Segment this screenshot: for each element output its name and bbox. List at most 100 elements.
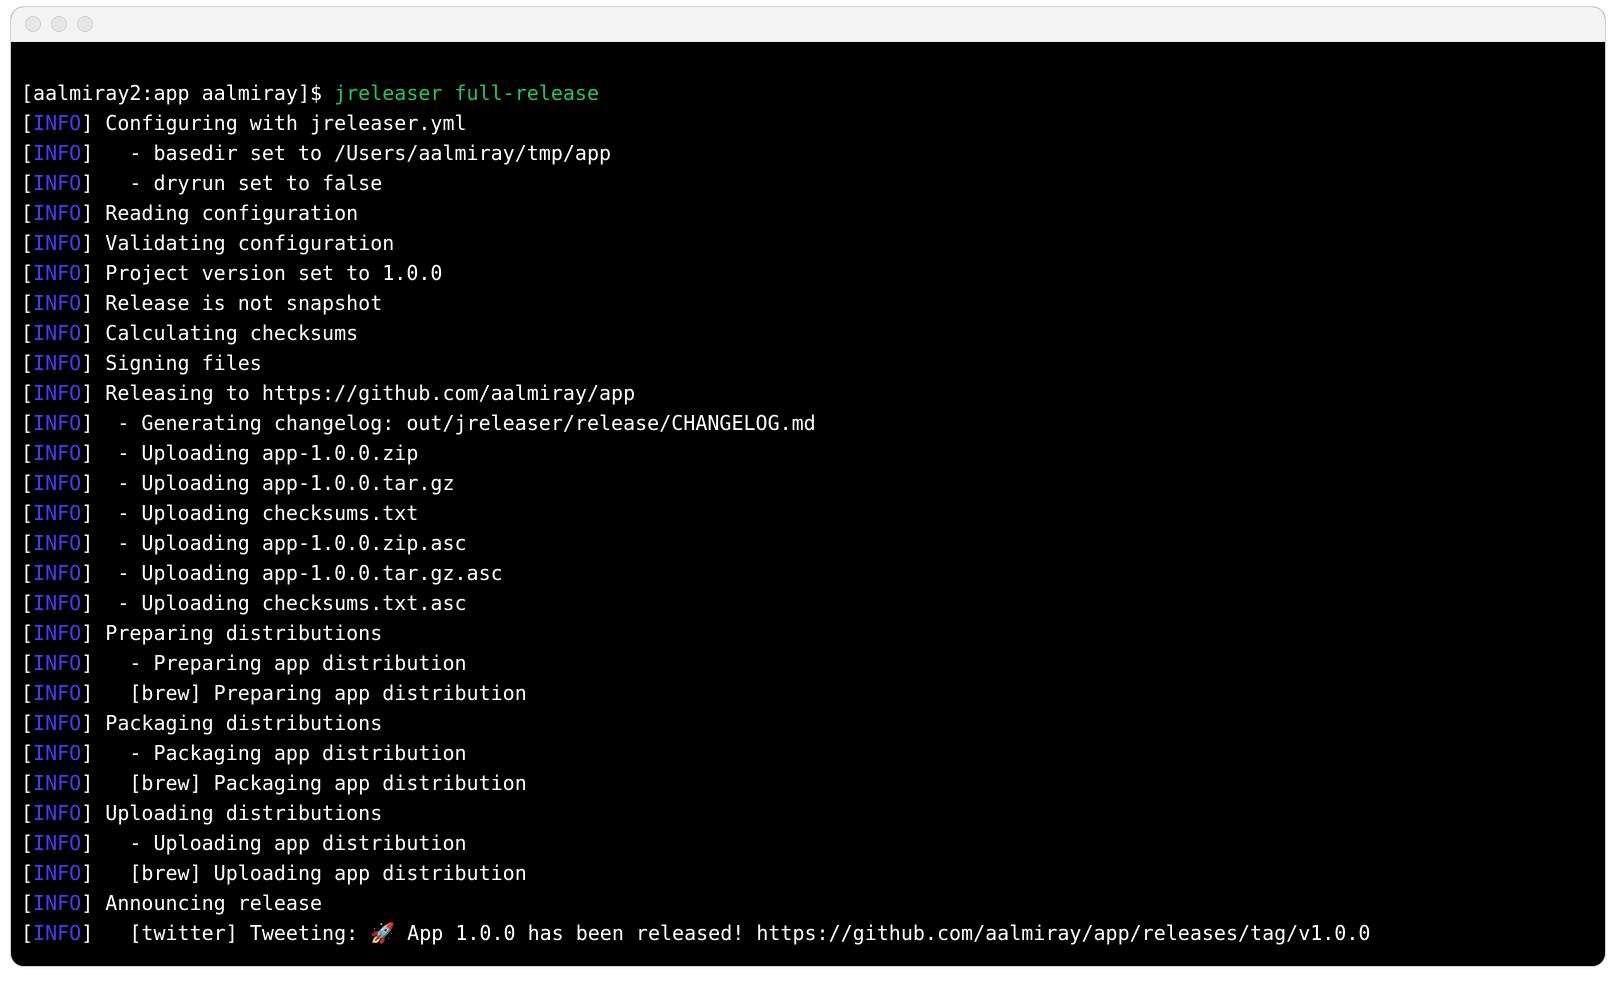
log-message: - Uploading app-1.0.0.tar.gz bbox=[93, 471, 454, 495]
log-message: - Uploading app-1.0.0.zip bbox=[93, 441, 418, 465]
log-line: [INFO] - Uploading app distribution bbox=[21, 828, 1595, 858]
log-bracket-open: [ bbox=[21, 261, 33, 285]
log-message: - Uploading checksums.txt.asc bbox=[93, 591, 466, 615]
log-bracket-close: ] bbox=[81, 141, 93, 165]
log-bracket-close: ] bbox=[81, 201, 93, 225]
log-level: INFO bbox=[33, 591, 81, 615]
log-message: [twitter] Tweeting: 🚀 App 1.0.0 has been… bbox=[93, 921, 1370, 945]
log-message: Configuring with jreleaser.yml bbox=[93, 111, 466, 135]
log-level: INFO bbox=[33, 321, 81, 345]
window-zoom-button[interactable] bbox=[77, 16, 93, 32]
log-bracket-open: [ bbox=[21, 351, 33, 375]
log-bracket-close: ] bbox=[81, 321, 93, 345]
log-level: INFO bbox=[33, 441, 81, 465]
log-message: [brew] Packaging app distribution bbox=[93, 771, 526, 795]
log-bracket-open: [ bbox=[21, 201, 33, 225]
prompt-line: [aalmiray2:app aalmiray]$ jreleaser full… bbox=[21, 78, 1595, 108]
log-line: [INFO] [twitter] Tweeting: 🚀 App 1.0.0 h… bbox=[21, 918, 1595, 948]
log-level: INFO bbox=[33, 201, 81, 225]
log-message: Uploading distributions bbox=[93, 801, 382, 825]
log-line: [INFO] Signing files bbox=[21, 348, 1595, 378]
log-line: [INFO] - Uploading app-1.0.0.zip.asc bbox=[21, 528, 1595, 558]
log-level: INFO bbox=[33, 231, 81, 255]
log-line: [INFO] [brew] Preparing app distribution bbox=[21, 678, 1595, 708]
log-bracket-close: ] bbox=[81, 801, 93, 825]
log-bracket-open: [ bbox=[21, 171, 33, 195]
log-bracket-open: [ bbox=[21, 681, 33, 705]
log-message: Validating configuration bbox=[93, 231, 394, 255]
log-bracket-close: ] bbox=[81, 771, 93, 795]
log-bracket-close: ] bbox=[81, 261, 93, 285]
log-message: Project version set to 1.0.0 bbox=[93, 261, 442, 285]
log-message: Packaging distributions bbox=[93, 711, 382, 735]
log-bracket-close: ] bbox=[81, 351, 93, 375]
log-bracket-open: [ bbox=[21, 801, 33, 825]
log-bracket-open: [ bbox=[21, 321, 33, 345]
log-bracket-open: [ bbox=[21, 381, 33, 405]
log-level: INFO bbox=[33, 351, 81, 375]
log-message: - Uploading checksums.txt bbox=[93, 501, 418, 525]
log-message: Calculating checksums bbox=[93, 321, 358, 345]
log-level: INFO bbox=[33, 741, 81, 765]
log-line: [INFO] Announcing release bbox=[21, 888, 1595, 918]
log-bracket-close: ] bbox=[81, 711, 93, 735]
log-bracket-open: [ bbox=[21, 711, 33, 735]
log-bracket-open: [ bbox=[21, 411, 33, 435]
log-bracket-open: [ bbox=[21, 291, 33, 315]
log-bracket-open: [ bbox=[21, 591, 33, 615]
log-bracket-open: [ bbox=[21, 501, 33, 525]
log-level: INFO bbox=[33, 291, 81, 315]
log-bracket-open: [ bbox=[21, 531, 33, 555]
log-bracket-close: ] bbox=[81, 831, 93, 855]
shell-command: jreleaser full-release bbox=[334, 81, 599, 105]
log-message: - Uploading app distribution bbox=[93, 831, 466, 855]
log-bracket-close: ] bbox=[81, 741, 93, 765]
log-line: [INFO] Releasing to https://github.com/a… bbox=[21, 378, 1595, 408]
log-line: [INFO] Uploading distributions bbox=[21, 798, 1595, 828]
log-bracket-open: [ bbox=[21, 741, 33, 765]
log-bracket-close: ] bbox=[81, 291, 93, 315]
log-line: [INFO] [brew] Packaging app distribution bbox=[21, 768, 1595, 798]
log-message: Reading configuration bbox=[93, 201, 358, 225]
log-message: - dryrun set to false bbox=[93, 171, 382, 195]
log-bracket-open: [ bbox=[21, 471, 33, 495]
log-bracket-close: ] bbox=[81, 231, 93, 255]
log-message: - Uploading app-1.0.0.tar.gz.asc bbox=[93, 561, 502, 585]
log-bracket-close: ] bbox=[81, 681, 93, 705]
terminal-output[interactable]: [aalmiray2:app aalmiray]$ jreleaser full… bbox=[11, 42, 1605, 966]
log-message: Announcing release bbox=[93, 891, 322, 915]
log-line: [INFO] - Uploading app-1.0.0.zip bbox=[21, 438, 1595, 468]
log-bracket-open: [ bbox=[21, 891, 33, 915]
log-bracket-close: ] bbox=[81, 561, 93, 585]
log-level: INFO bbox=[33, 501, 81, 525]
window-close-button[interactable] bbox=[25, 16, 41, 32]
log-bracket-close: ] bbox=[81, 381, 93, 405]
log-level: INFO bbox=[33, 711, 81, 735]
log-line: [INFO] - Uploading app-1.0.0.tar.gz bbox=[21, 468, 1595, 498]
log-message: [brew] Preparing app distribution bbox=[93, 681, 526, 705]
log-level: INFO bbox=[33, 171, 81, 195]
log-bracket-close: ] bbox=[81, 891, 93, 915]
log-line: [INFO] Configuring with jreleaser.yml bbox=[21, 108, 1595, 138]
log-bracket-open: [ bbox=[21, 561, 33, 585]
log-line: [INFO] Reading configuration bbox=[21, 198, 1595, 228]
log-level: INFO bbox=[33, 561, 81, 585]
log-level: INFO bbox=[33, 801, 81, 825]
log-bracket-close: ] bbox=[81, 861, 93, 885]
log-message: - Packaging app distribution bbox=[93, 741, 466, 765]
log-level: INFO bbox=[33, 411, 81, 435]
log-level: INFO bbox=[33, 681, 81, 705]
log-bracket-close: ] bbox=[81, 621, 93, 645]
log-message: [brew] Uploading app distribution bbox=[93, 861, 526, 885]
log-line: [INFO] - Uploading checksums.txt.asc bbox=[21, 588, 1595, 618]
log-bracket-open: [ bbox=[21, 231, 33, 255]
log-bracket-open: [ bbox=[21, 111, 33, 135]
log-bracket-open: [ bbox=[21, 921, 33, 945]
log-line: [INFO] [brew] Uploading app distribution bbox=[21, 858, 1595, 888]
log-line: [INFO] - Uploading app-1.0.0.tar.gz.asc bbox=[21, 558, 1595, 588]
log-bracket-close: ] bbox=[81, 651, 93, 675]
log-level: INFO bbox=[33, 381, 81, 405]
window-minimize-button[interactable] bbox=[51, 16, 67, 32]
log-bracket-open: [ bbox=[21, 621, 33, 645]
log-line: [INFO] Release is not snapshot bbox=[21, 288, 1595, 318]
